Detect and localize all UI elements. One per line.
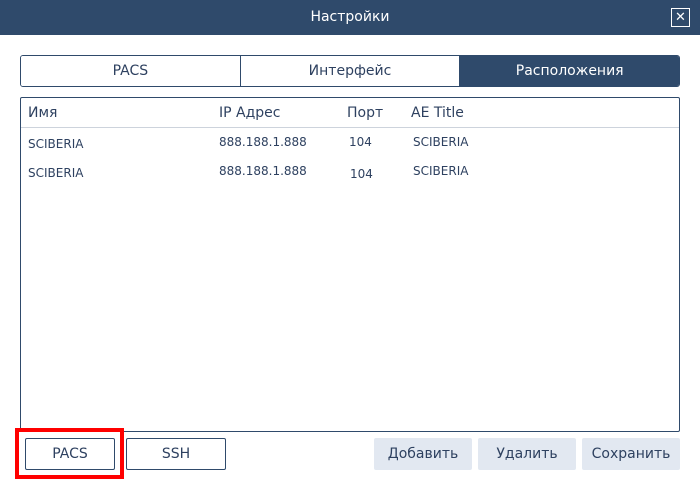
tab-interface[interactable]: Интерфейс [239,56,460,86]
cell-ae-title: SCIBERIA [413,135,469,149]
column-header-ip[interactable]: IP Адрес [219,105,280,121]
window-title-bar: Настройки ✕ [0,0,700,35]
delete-button[interactable]: Удалить [478,438,576,470]
close-icon[interactable]: ✕ [671,8,690,27]
table-row[interactable]: SCIBERIA 888.188.1.888 104 SCIBERIA [21,158,679,187]
pacs-button[interactable]: PACS [25,438,115,470]
cell-ip: 888.188.1.888 [219,135,307,149]
locations-table: Имя IP Адрес Порт AE Title SCIBERIA 888.… [20,97,680,432]
cell-name: SCIBERIA [28,137,84,151]
window-title: Настройки [310,9,390,25]
save-button[interactable]: Сохранить [582,438,680,470]
add-button[interactable]: Добавить [374,438,472,470]
column-header-port[interactable]: Порт [347,105,383,121]
cell-ip: 888.188.1.888 [219,164,307,178]
ssh-button[interactable]: SSH [126,438,226,470]
tab-pacs[interactable]: PACS [21,56,240,86]
table-header: Имя IP Адрес Порт AE Title [21,98,679,128]
column-header-ae-title[interactable]: AE Title [411,105,464,121]
column-header-name[interactable]: Имя [28,105,57,121]
cell-ae-title: SCIBERIA [413,164,469,178]
cell-port: 104 [349,135,372,149]
cell-name: SCIBERIA [28,166,84,180]
settings-tabs: PACS Интерфейс Расположения [20,55,680,87]
tab-locations[interactable]: Расположения [459,56,679,86]
table-row[interactable]: SCIBERIA 888.188.1.888 104 SCIBERIA [21,129,679,158]
cell-port: 104 [350,167,373,181]
